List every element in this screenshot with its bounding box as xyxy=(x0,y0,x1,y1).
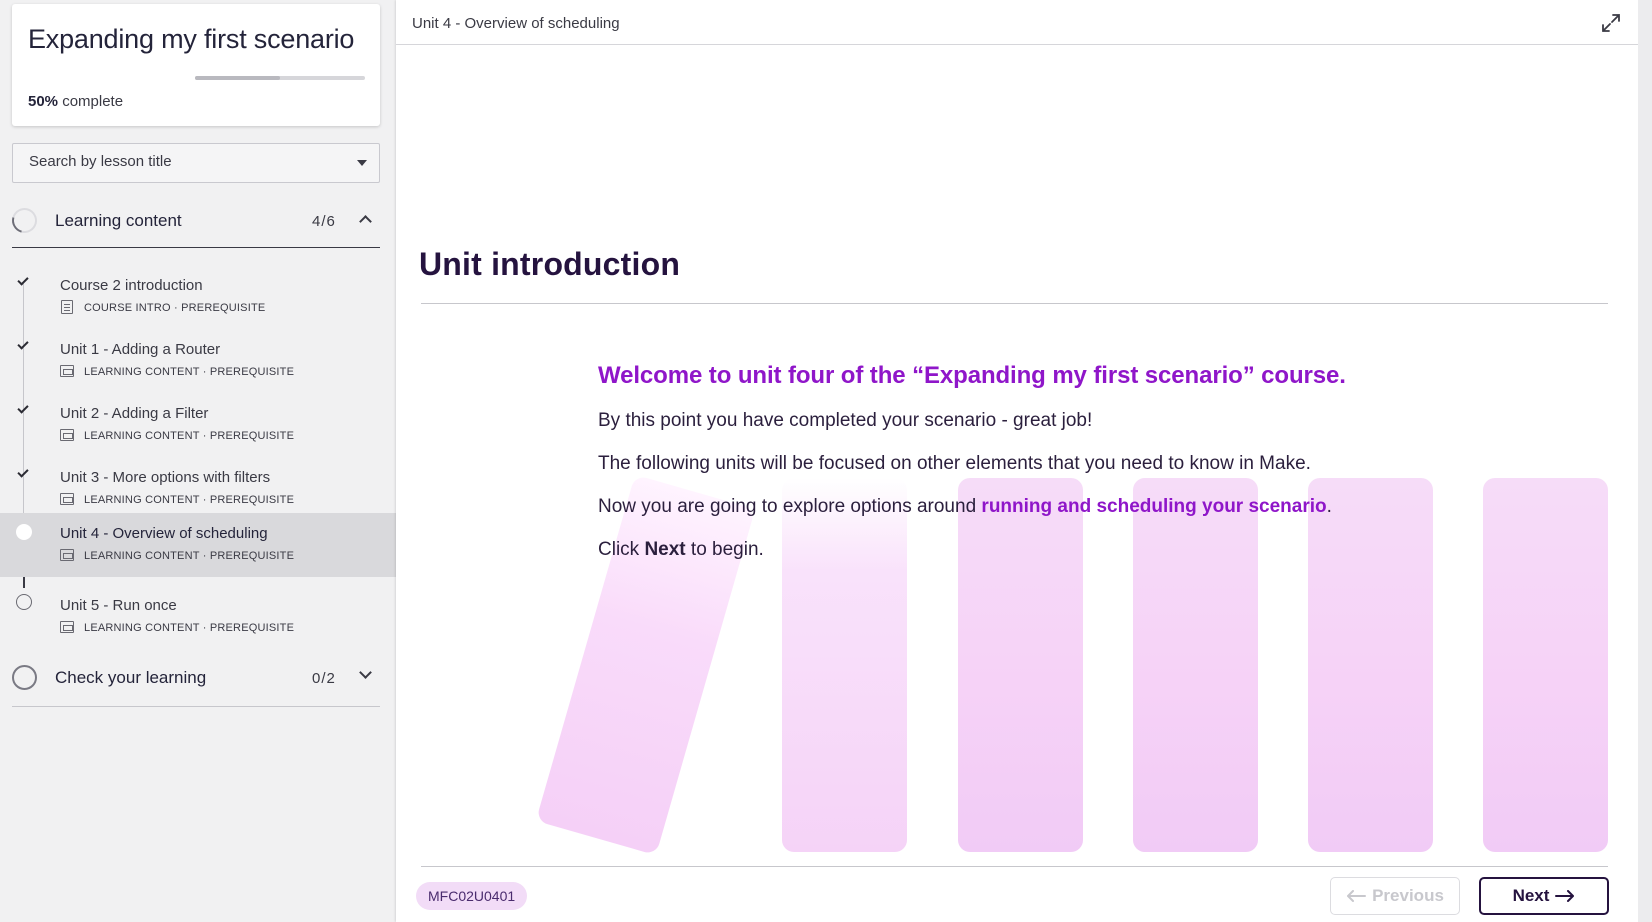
section-divider xyxy=(12,247,380,248)
course-progress-fill xyxy=(195,76,280,80)
section-progress-ring-icon xyxy=(7,203,42,238)
section-title: Learning content xyxy=(55,211,182,230)
slide-heading: Unit introduction xyxy=(419,246,681,282)
lesson-meta: LEARNING CONTENT · PREREQUISITE xyxy=(84,494,295,506)
check-icon xyxy=(17,338,29,350)
check-icon xyxy=(17,402,29,414)
current-lesson-dot-icon xyxy=(16,524,32,540)
section-progress-ring-icon xyxy=(12,665,37,690)
lesson-item-course-2-introduction[interactable]: Course 2 introduction COURSE INTRO · PRE… xyxy=(0,265,396,329)
lesson-title: Unit 5 - Run once xyxy=(60,597,177,614)
lesson-code-badge: MFC02U0401 xyxy=(416,882,528,910)
paragraph-1: By this point you have completed your sc… xyxy=(598,410,1093,431)
lesson-meta: LEARNING CONTENT · PREREQUISITE xyxy=(84,622,295,634)
intro-headline: Welcome to unit four of the “Expanding m… xyxy=(598,362,1346,389)
lesson-item-unit-4-current[interactable]: Unit 4 - Overview of scheduling LEARNING… xyxy=(0,513,396,577)
heading-divider xyxy=(421,303,1608,304)
highlight-running-scheduling: running and scheduling your scenario xyxy=(981,496,1327,517)
lesson-title: Course 2 introduction xyxy=(60,277,203,294)
lesson-item-unit-3[interactable]: Unit 3 - More options with filters LEARN… xyxy=(0,457,396,521)
not-started-circle-icon xyxy=(16,594,32,610)
lesson-meta: LEARNING CONTENT · PREREQUISITE xyxy=(84,366,295,378)
paragraph-3-end: . xyxy=(1326,496,1332,517)
lesson-slide: Unit introduction Welcome to unit four o… xyxy=(396,46,1638,866)
lesson-item-unit-1[interactable]: Unit 1 - Adding a Router LEARNING CONTEN… xyxy=(0,329,396,393)
paragraph-4-end: to begin. xyxy=(685,539,764,560)
section-count: 4/6 xyxy=(312,213,336,230)
paragraph-4-text: Click xyxy=(598,539,645,560)
expand-icon[interactable] xyxy=(1600,12,1622,34)
course-title: Expanding my first scenario xyxy=(28,24,355,54)
lesson-search-dropdown[interactable] xyxy=(12,143,380,183)
lesson-item-unit-2[interactable]: Unit 2 - Adding a Filter LEARNING CONTEN… xyxy=(0,393,396,457)
course-summary-card: Expanding my first scenario 50% complete xyxy=(12,4,380,126)
course-sidebar: Expanding my first scenario 50% complete… xyxy=(0,0,396,922)
check-icon xyxy=(17,466,29,478)
arrow-right-icon xyxy=(1555,890,1575,902)
slide-body: Welcome to unit four of the “Expanding m… xyxy=(598,362,1588,582)
section-count: 0/2 xyxy=(312,670,336,687)
lesson-title: Unit 3 - More options with filters xyxy=(60,469,271,486)
paragraph-3: Now you are going to explore options aro… xyxy=(598,496,1588,518)
section-title: Check your learning xyxy=(55,668,207,687)
chevron-down-icon[interactable] xyxy=(359,666,372,679)
paragraph-2: The following units will be focused on o… xyxy=(598,453,1311,474)
lesson-meta: LEARNING CONTENT · PREREQUISITE xyxy=(84,430,295,442)
paragraph-4: Click Next to begin. xyxy=(598,539,1588,561)
slides-icon xyxy=(60,429,74,441)
previous-button[interactable]: Previous xyxy=(1330,877,1460,915)
slides-icon xyxy=(60,365,74,377)
course-progress-bar xyxy=(195,76,365,80)
document-icon xyxy=(61,300,73,314)
lesson-meta: LEARNING CONTENT · PREREQUISITE xyxy=(84,550,295,562)
lesson-search-input[interactable] xyxy=(29,153,329,170)
check-icon xyxy=(17,274,29,286)
slides-icon xyxy=(60,621,74,633)
lesson-title: Unit 4 - Overview of scheduling xyxy=(60,525,268,542)
chevron-up-icon[interactable] xyxy=(359,215,372,228)
footer-divider xyxy=(421,866,1608,867)
course-progress-value: 50% xyxy=(28,93,59,110)
section-divider xyxy=(12,706,380,707)
lesson-topbar: Unit 4 - Overview of scheduling xyxy=(396,0,1638,45)
slides-icon xyxy=(60,493,74,505)
lesson-item-unit-5[interactable]: Unit 5 - Run once LEARNING CONTENT · PRE… xyxy=(0,585,396,649)
lesson-title: Unit 1 - Adding a Router xyxy=(60,341,221,358)
course-progress-text: 50% complete xyxy=(28,93,123,110)
lesson-breadcrumb: Unit 4 - Overview of scheduling xyxy=(412,15,620,32)
next-button[interactable]: Next xyxy=(1479,877,1609,915)
course-progress-suffix: complete xyxy=(58,93,124,110)
window-scrollbar[interactable] xyxy=(1638,0,1652,922)
section-header-check-your-learning[interactable]: Check your learning 0/2 xyxy=(12,653,380,703)
slides-icon xyxy=(60,549,74,561)
next-label: Next xyxy=(1512,886,1550,905)
lesson-meta: COURSE INTRO · PREREQUISITE xyxy=(84,302,266,314)
lesson-title: Unit 2 - Adding a Filter xyxy=(60,405,209,422)
paragraph-3-text: Now you are going to explore options aro… xyxy=(598,496,982,517)
next-emphasis: Next xyxy=(644,539,686,560)
lesson-content-panel: Unit 4 - Overview of scheduling Unit int… xyxy=(396,0,1638,922)
caret-down-icon[interactable] xyxy=(357,160,367,166)
section-header-learning-content[interactable]: Learning content 4/6 xyxy=(7,196,380,246)
arrow-left-icon xyxy=(1347,889,1367,902)
previous-label: Previous xyxy=(1372,885,1444,905)
